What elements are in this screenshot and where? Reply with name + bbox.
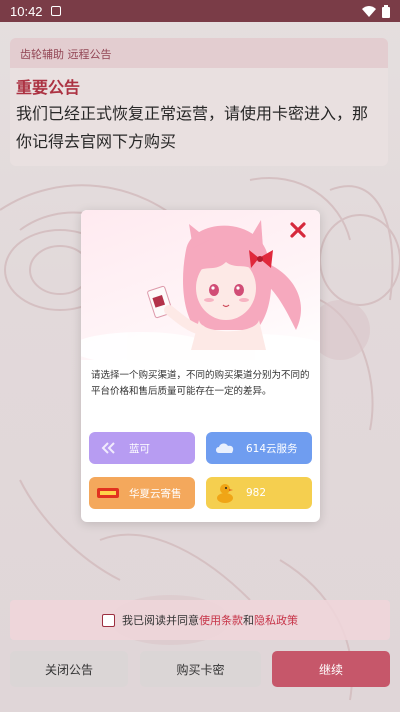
buy-card-key-button[interactable]: 购买卡密: [140, 651, 261, 687]
close-icon[interactable]: [288, 220, 308, 240]
battery-icon: [382, 4, 390, 18]
channel-option-label: 华夏云寄售: [129, 487, 182, 500]
channel-option-lanke[interactable]: 蓝可: [89, 432, 195, 464]
channel-option-label: 982: [246, 487, 267, 499]
channel-option-614[interactable]: 614云服务: [206, 432, 312, 464]
double-chevron-icon: [97, 438, 119, 458]
channel-option-label: 蓝可: [129, 442, 150, 455]
dialog-description: 请选择一个购买渠道，不同的购买渠道分别为不同的平台价格和售后质量可能存在一定的差…: [91, 370, 310, 397]
huaxia-logo-icon: [97, 483, 119, 503]
wifi-icon: [362, 5, 376, 17]
agreement-bar: 我已阅读并同意 使用条款 和 隐私政策: [10, 600, 390, 640]
continue-button[interactable]: 继续: [272, 651, 390, 687]
agreement-checkbox[interactable]: [102, 613, 115, 627]
status-time: 10:42: [10, 3, 43, 19]
cloud-logo-icon: [214, 438, 236, 458]
status-bar: 10:42: [0, 0, 400, 22]
agreement-prefix: 我已阅读并同意: [122, 614, 199, 627]
agreement-and: 和: [243, 614, 254, 627]
dialog-hero-illustration: [81, 210, 320, 366]
close-announcement-button[interactable]: 关闭公告: [10, 651, 128, 687]
channel-option-label: 614云服务: [246, 442, 298, 455]
notification-icon: [50, 6, 61, 16]
channel-option-huaxia[interactable]: 华夏云寄售: [89, 477, 195, 509]
privacy-link[interactable]: 隐私政策: [254, 612, 298, 628]
duck-icon: [214, 483, 236, 503]
channel-option-982[interactable]: 982: [206, 477, 312, 509]
purchase-channel-dialog: 请选择一个购买渠道，不同的购买渠道分别为不同的平台价格和售后质量可能存在一定的差…: [81, 210, 320, 522]
terms-link[interactable]: 使用条款: [199, 612, 243, 628]
